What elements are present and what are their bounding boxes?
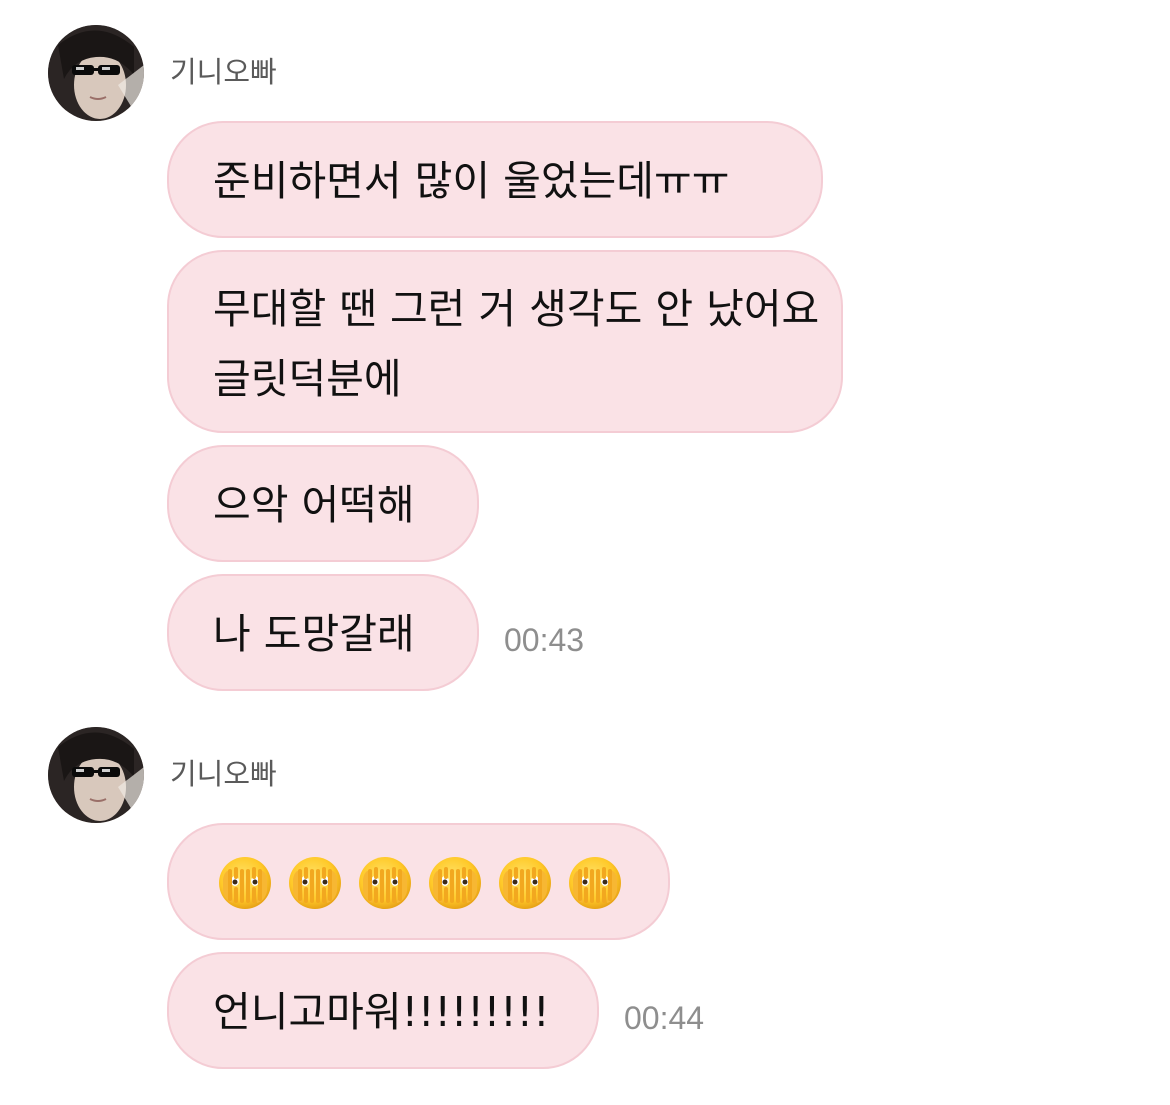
message-text: 무대할 땐 그런 거 생각도 안 났어요: [213, 285, 820, 333]
face-with-peeking-eye-icon: [427, 855, 483, 911]
face-with-peeking-eye-icon: [357, 855, 413, 911]
message-text: 으악 어떡해: [213, 481, 415, 529]
message-timestamp: 00:44: [624, 1000, 705, 1036]
message-bubble[interactable]: [167, 823, 670, 940]
message-bubble[interactable]: 무대할 땐 그런 거 생각도 안 났어요 글릿덕분에: [167, 250, 843, 433]
message-text: 글릿덕분에: [213, 355, 402, 403]
sender-name: 기니오빠: [170, 55, 277, 89]
message-bubble[interactable]: 나 도망갈래: [167, 574, 479, 691]
sender-avatar[interactable]: [48, 727, 144, 823]
message-text: 준비하면서 많이 울었는데ㅠㅠ: [213, 157, 730, 205]
face-with-peeking-eye-icon: [497, 855, 553, 911]
face-with-peeking-eye-icon: [217, 855, 273, 911]
sender-name: 기니오빠: [170, 757, 277, 791]
emoji-row: [217, 825, 668, 941]
face-with-peeking-eye-icon: [567, 855, 623, 911]
face-with-peeking-eye-icon: [287, 855, 343, 911]
sender-avatar[interactable]: [48, 25, 144, 121]
message-bubble[interactable]: 으악 어떡해: [167, 445, 479, 562]
message-text: 언니고마워!!!!!!!!!: [213, 988, 550, 1036]
message-timestamp: 00:43: [504, 622, 585, 658]
message-bubble[interactable]: 준비하면서 많이 울었는데ㅠㅠ: [167, 121, 823, 238]
message-bubble[interactable]: 언니고마워!!!!!!!!!: [167, 952, 599, 1069]
message-text: 나 도망갈래: [213, 610, 415, 658]
